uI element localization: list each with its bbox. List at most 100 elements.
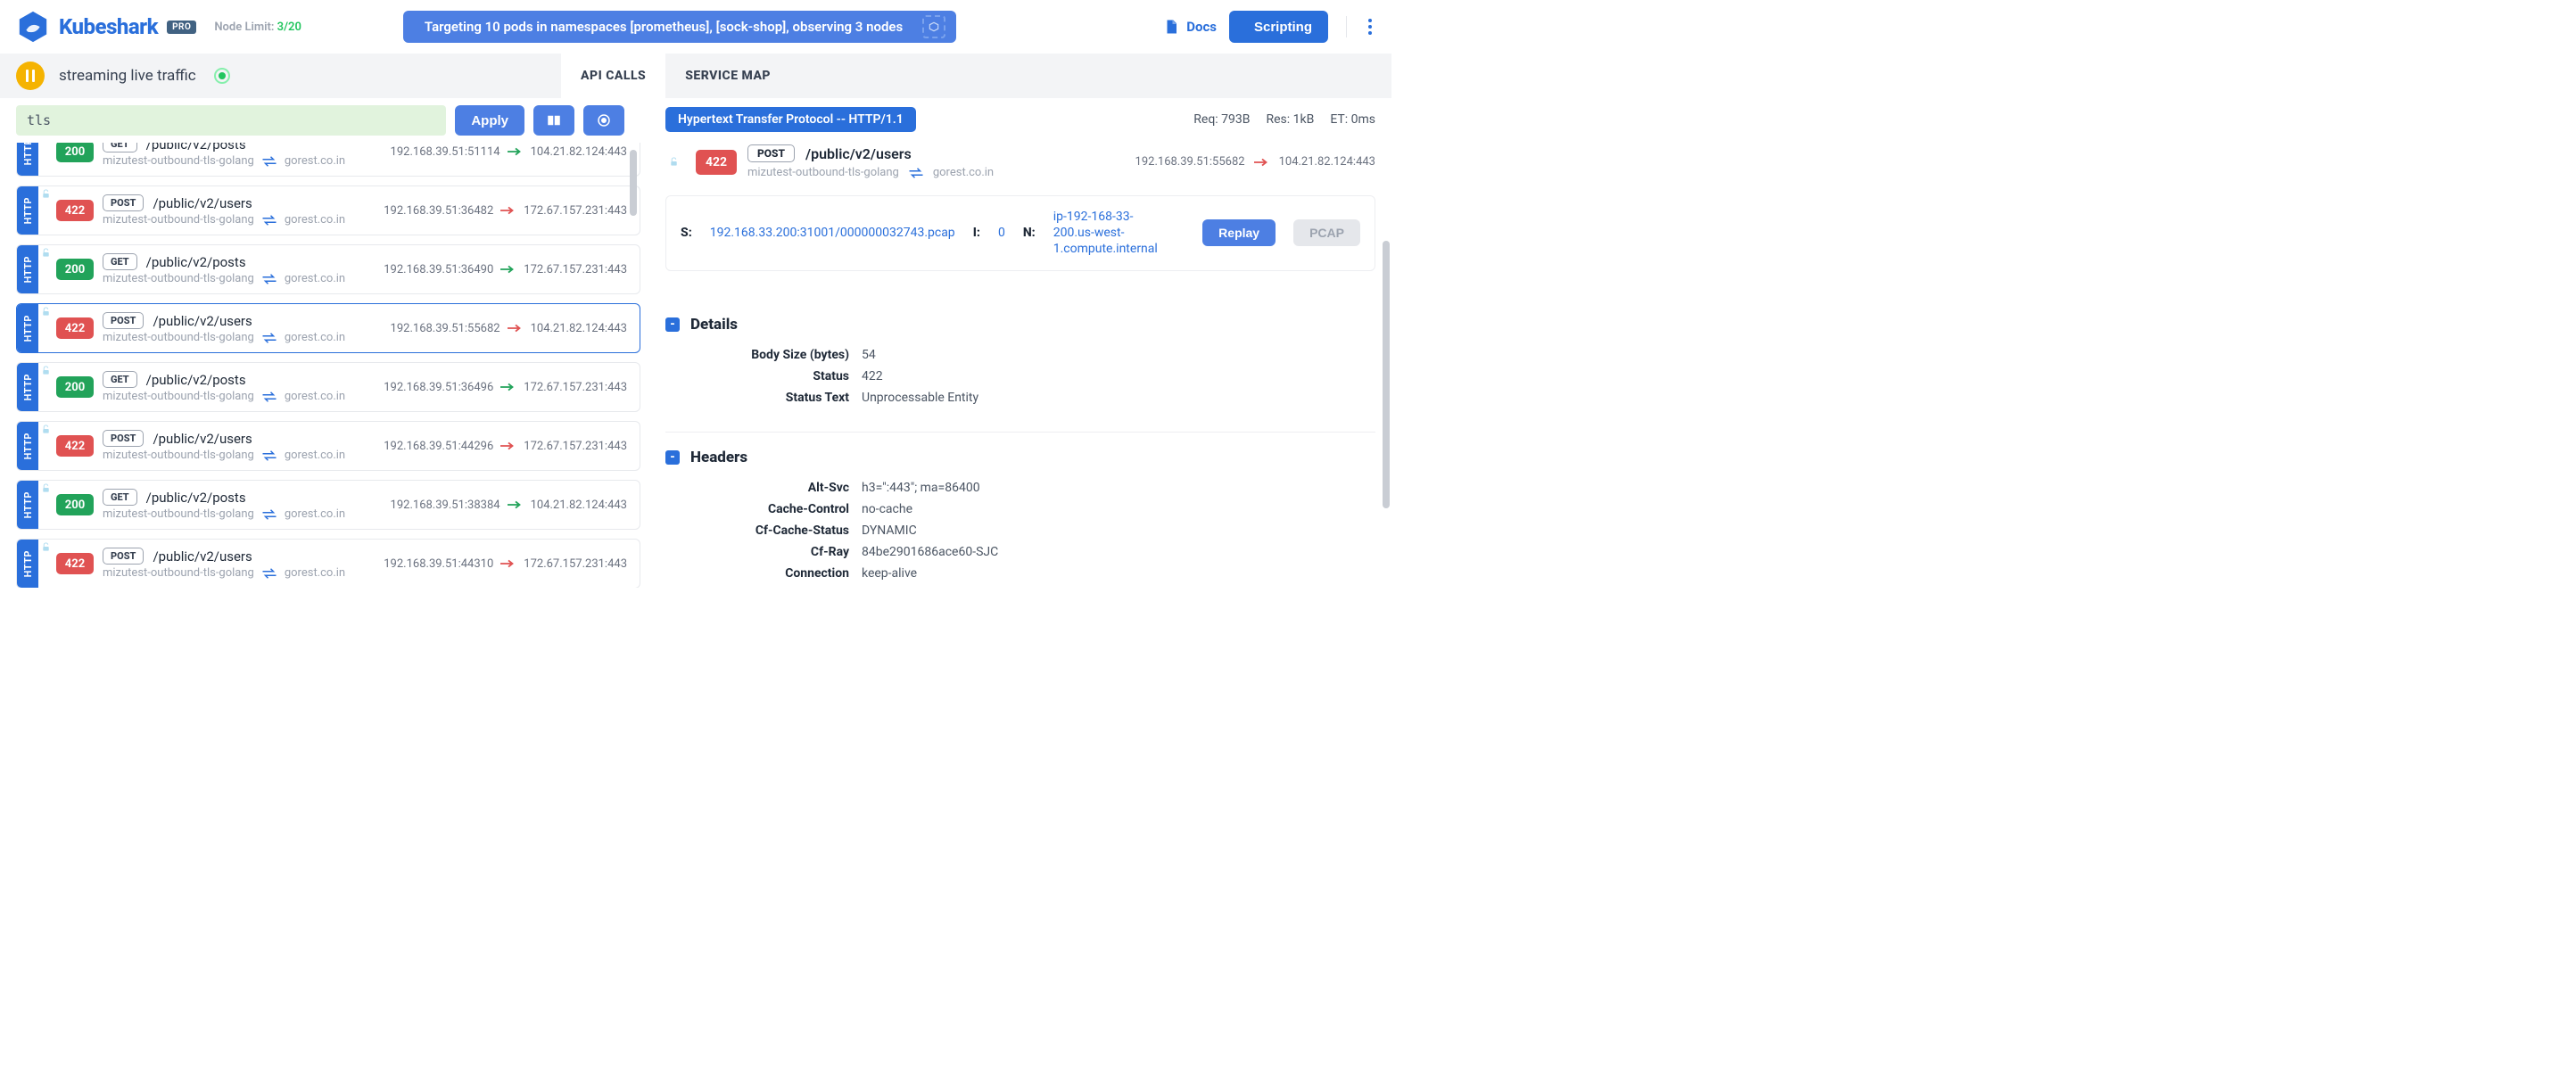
kv-row: Cache-Control no-cache <box>665 499 1375 520</box>
detail-panel: Hypertext Transfer Protocol -- HTTP/1.1 … <box>640 98 1391 588</box>
method-chip: GET <box>103 371 137 388</box>
arrow-right-icon <box>508 147 524 156</box>
source-ip: 192.168.39.51:44310 <box>384 557 493 571</box>
request-path: /public/v2/users <box>153 195 252 211</box>
book-button[interactable] <box>533 105 574 136</box>
scrollbar-thumb[interactable] <box>630 150 637 216</box>
source-label: mizutest-outbound-tls-golang <box>103 390 254 403</box>
kv-key: Connection <box>665 566 862 581</box>
more-menu-button[interactable] <box>1365 15 1375 38</box>
dest-label: gorest.co.in <box>285 507 345 521</box>
dest-label: gorest.co.in <box>285 331 345 344</box>
docs-link[interactable]: Docs <box>1163 18 1217 36</box>
protocol-pill: Hypertext Transfer Protocol -- HTTP/1.1 <box>665 107 916 132</box>
api-call-row[interactable]: HTTP 200 GET /public/v2/posts mizutest-o… <box>16 143 640 177</box>
dest-label: gorest.co.in <box>285 213 345 227</box>
replay-button[interactable]: Replay <box>1202 219 1276 246</box>
status-code-chip: 200 <box>56 494 94 515</box>
protocol-chip: HTTP <box>17 143 38 176</box>
scripting-button[interactable]: Scripting <box>1229 11 1328 43</box>
method-chip: POST <box>103 430 144 447</box>
exchange-icon <box>261 391 277 403</box>
status-code-chip: 422 <box>696 150 737 175</box>
kv-key: Cf-Ray <box>665 545 862 559</box>
dest-ip: 172.67.157.231:443 <box>524 381 627 394</box>
meta-i-value[interactable]: 0 <box>998 226 1005 240</box>
request-path: /public/v2/posts <box>146 372 246 388</box>
targeting-banner: Targeting 10 pods in namespaces [prometh… <box>403 11 956 43</box>
api-call-row[interactable]: HTTP 200 GET /public/v2/posts mizutest-o… <box>16 362 640 412</box>
kv-value: h3=":443"; ma=86400 <box>862 481 980 495</box>
api-call-row[interactable]: HTTP 422 POST /public/v2/users mizutest-… <box>16 421 640 471</box>
query-row: Apply <box>0 98 640 143</box>
exchange-icon <box>261 332 277 344</box>
exchange-icon <box>908 167 924 179</box>
kv-row: Status 422 <box>665 366 1375 387</box>
protocol-chip: HTTP <box>17 245 38 293</box>
dest-ip: 104.21.82.124:443 <box>531 499 627 512</box>
section-details: - Details Body Size (bytes) 54 Status 42… <box>665 294 1375 408</box>
source-ip: 192.168.39.51:51114 <box>391 145 500 159</box>
status-row: streaming live traffic API CALLS SERVICE… <box>0 54 1391 98</box>
scan-icon[interactable] <box>922 15 945 38</box>
record-icon <box>596 112 612 128</box>
arrow-right-icon <box>500 206 516 215</box>
api-call-row[interactable]: HTTP 200 GET /public/v2/posts mizutest-o… <box>16 480 640 530</box>
document-icon <box>1163 18 1179 36</box>
node-link[interactable]: ip-192-168-33-200.us-west-1.compute.inte… <box>1053 209 1167 258</box>
source-ip: 192.168.39.51:44296 <box>384 440 493 453</box>
detail-summary: 422 POST /public/v2/users mizutest-outbo… <box>665 144 1375 179</box>
kv-value: keep-alive <box>862 566 917 581</box>
source-label: mizutest-outbound-tls-golang <box>103 449 254 462</box>
pro-badge: PRO <box>167 21 196 34</box>
apply-button[interactable]: Apply <box>455 105 524 136</box>
dest-ip: 172.67.157.231:443 <box>524 440 627 453</box>
dest-label: gorest.co.in <box>933 166 994 179</box>
tab-service-map[interactable]: SERVICE MAP <box>665 54 790 98</box>
kv-key: Status Text <box>665 391 862 405</box>
kv-value: 84be2901686ace60-SJC <box>862 545 998 559</box>
live-indicator-icon <box>214 68 230 84</box>
source-ip: 192.168.39.51:36490 <box>384 263 493 276</box>
unlock-icon <box>38 422 53 470</box>
api-call-row[interactable]: HTTP 200 GET /public/v2/posts mizutest-o… <box>16 244 640 294</box>
kv-value: Unprocessable Entity <box>862 391 978 405</box>
pause-button[interactable] <box>16 62 45 90</box>
pcap-source-link[interactable]: 192.168.33.200:31001/000000032743.pcap <box>710 226 955 240</box>
scrollbar-thumb[interactable] <box>1383 241 1390 508</box>
dest-label: gorest.co.in <box>285 154 345 168</box>
source-label: mizutest-outbound-tls-golang <box>103 154 254 168</box>
kv-value: 422 <box>862 369 883 383</box>
meta-s-label: S: <box>681 226 692 240</box>
arrow-right-icon <box>500 441 516 450</box>
detail-meta-row: S: 192.168.33.200:31001/000000032743.pca… <box>665 195 1375 271</box>
exchange-icon <box>261 273 277 285</box>
kv-row: Status Text Unprocessable Entity <box>665 387 1375 408</box>
query-input[interactable] <box>16 105 446 136</box>
arrow-right-icon <box>508 500 524 509</box>
source-ip: 192.168.39.51:36482 <box>384 204 493 218</box>
source-label: mizutest-outbound-tls-golang <box>103 507 254 521</box>
arrow-right-icon <box>500 383 516 392</box>
api-call-row[interactable]: HTTP 422 POST /public/v2/users mizutest-… <box>16 185 640 235</box>
protocol-chip: HTTP <box>17 481 38 529</box>
api-call-row[interactable]: HTTP 422 POST /public/v2/users mizutest-… <box>16 539 640 588</box>
status-code-chip: 200 <box>56 376 94 398</box>
record-button[interactable] <box>583 105 624 136</box>
method-chip: GET <box>103 253 137 270</box>
kv-row: Cf-Ray 84be2901686ace60-SJC <box>665 541 1375 563</box>
api-call-list[interactable]: HTTP 200 GET /public/v2/posts mizutest-o… <box>0 143 640 588</box>
protocol-chip: HTTP <box>17 304 38 352</box>
dest-ip: 172.67.157.231:443 <box>524 263 627 276</box>
method-chip: POST <box>103 194 144 211</box>
collapse-button[interactable]: - <box>665 317 680 332</box>
left-panel: Apply HTTP 200 GET /public/v2/posts mizu… <box>0 98 640 588</box>
source-ip: 192.168.39.51:55682 <box>1135 155 1245 169</box>
tab-api-calls[interactable]: API CALLS <box>561 54 665 98</box>
unlock-icon <box>38 143 53 176</box>
unlock-icon <box>38 363 53 411</box>
collapse-button[interactable]: - <box>665 450 680 465</box>
protocol-chip: HTTP <box>17 186 38 235</box>
logo[interactable]: Kubeshark PRO <box>16 10 196 44</box>
api-call-row[interactable]: HTTP 422 POST /public/v2/users mizutest-… <box>16 303 640 353</box>
